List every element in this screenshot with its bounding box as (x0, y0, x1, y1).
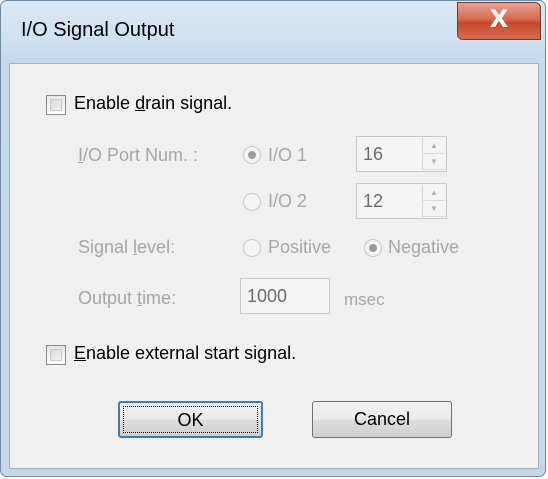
output-time-label: Output time: (78, 288, 177, 308)
positive-label[interactable]: Positive (268, 237, 331, 258)
io2-spin-arrows[interactable]: ▲ ▼ (422, 185, 445, 217)
output-time-unit: msec (344, 290, 385, 309)
close-button[interactable]: X (457, 2, 541, 40)
enable-drain-checkbox[interactable] (46, 95, 66, 115)
enable-external-start-checkbox[interactable] (46, 345, 66, 365)
spin-down-icon[interactable]: ▼ (423, 201, 445, 217)
io-port-label: I/O Port Num. : (78, 145, 199, 165)
io2-port-value: 12 (363, 191, 384, 211)
window-title: I/O Signal Output (21, 19, 175, 41)
focus-rectangle (123, 406, 258, 433)
io1-radio[interactable] (243, 146, 261, 164)
negative-radio[interactable] (364, 239, 382, 257)
spin-up-icon[interactable]: ▲ (423, 138, 445, 154)
io2-label[interactable]: I/O 2 (268, 191, 307, 212)
spin-up-icon[interactable]: ▲ (423, 185, 445, 201)
ok-button[interactable]: OK (118, 401, 263, 438)
enable-drain-label[interactable]: Enable drain signal. (74, 93, 232, 114)
signal-level-label: Signal level: (78, 237, 176, 257)
cancel-button[interactable]: Cancel (312, 401, 452, 438)
positive-radio[interactable] (243, 239, 261, 257)
negative-label[interactable]: Negative (388, 237, 459, 258)
cancel-button-label: Cancel (353, 409, 411, 429)
io1-spin-arrows[interactable]: ▲ ▼ (422, 138, 445, 170)
io2-radio[interactable] (243, 193, 261, 211)
output-time-input[interactable]: 1000 (240, 278, 330, 314)
io1-port-spinner[interactable]: 16 ▲ ▼ (356, 136, 447, 172)
io1-port-value: 16 (363, 144, 384, 164)
spin-down-icon[interactable]: ▼ (423, 154, 445, 170)
output-time-value: 1000 (247, 286, 288, 306)
close-icon: X (489, 5, 509, 33)
enable-external-start-label[interactable]: Enable external start signal. (74, 343, 296, 364)
dialog-client-area: Enable drain signal. I/O Port Num. : I/O… (9, 63, 539, 469)
io1-label[interactable]: I/O 1 (268, 145, 307, 166)
io2-port-spinner[interactable]: 12 ▲ ▼ (356, 183, 447, 219)
dialog-window: I/O Signal Output X Enable drain signal.… (0, 0, 546, 477)
